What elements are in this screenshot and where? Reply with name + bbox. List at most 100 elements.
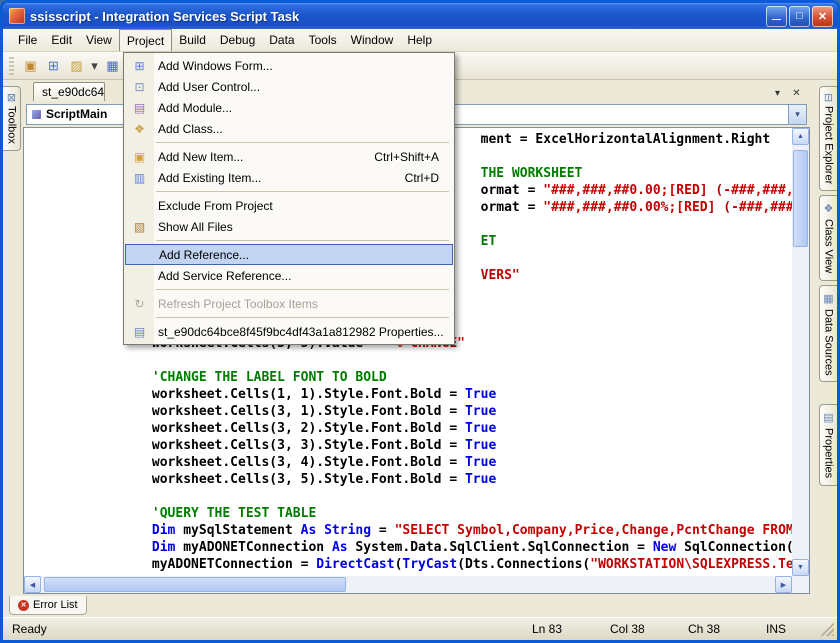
toolbar-grip[interactable] bbox=[9, 57, 14, 75]
document-well-controls: ▾ ✕ bbox=[770, 86, 810, 101]
windows-form-icon: ⊞ bbox=[125, 59, 154, 73]
menu-data[interactable]: Data bbox=[262, 29, 301, 51]
menu-help[interactable]: Help bbox=[400, 29, 439, 51]
menu-build[interactable]: Build bbox=[172, 29, 213, 51]
error-list-label: Error List bbox=[33, 599, 78, 611]
status-fields: Ln 83 Col 38 Ch 38 INS bbox=[532, 622, 834, 636]
add-item-button[interactable]: ⊞ bbox=[42, 55, 65, 77]
error-icon: ✕ bbox=[18, 600, 29, 611]
side-tab-label: Project Explorer bbox=[823, 106, 835, 184]
code-line[interactable]: worksheet.Cells(3, 1).Style.Font.Bold = … bbox=[58, 403, 792, 420]
side-tab-class-view[interactable]: ❖ Class View bbox=[819, 195, 837, 280]
open-file-button[interactable]: ▨ bbox=[65, 55, 88, 77]
menu-item-label: Show All Files bbox=[158, 220, 233, 234]
existing-item-icon: ▥ bbox=[125, 171, 154, 185]
menu-project[interactable]: Project bbox=[119, 29, 172, 51]
code-line[interactable] bbox=[58, 488, 792, 505]
menu-item-add-module[interactable]: ▤Add Module... bbox=[125, 97, 453, 118]
open-options-button[interactable]: ▾ bbox=[88, 55, 101, 77]
status-line: Ln 83 bbox=[532, 622, 610, 636]
toolbox-icon: ⊠ bbox=[5, 93, 18, 102]
horizontal-scroll-thumb[interactable] bbox=[44, 577, 346, 592]
status-column: Col 38 bbox=[610, 622, 688, 636]
code-line[interactable]: Dim mySqlStatement As String = "SELECT S… bbox=[58, 522, 792, 539]
side-tab-properties[interactable]: ▤Properties bbox=[819, 404, 837, 485]
resize-grip[interactable] bbox=[820, 622, 834, 636]
show-all-files-icon: ▧ bbox=[125, 220, 154, 234]
side-tab-data-sources[interactable]: ▦Data Sources bbox=[819, 285, 837, 383]
code-line[interactable]: worksheet.Cells(3, 3).Style.Font.Bold = … bbox=[58, 437, 792, 454]
menu-item-add-existing-item[interactable]: ▥ Add Existing Item... Ctrl+D bbox=[125, 167, 453, 188]
menu-item-label: Add Reference... bbox=[159, 248, 249, 262]
open-folder-icon: ▨ bbox=[70, 59, 82, 72]
menu-debug[interactable]: Debug bbox=[213, 29, 262, 51]
scroll-down-button[interactable]: ▼ bbox=[792, 559, 809, 576]
code-line[interactable]: worksheet.Cells(3, 5).Style.Font.Bold = … bbox=[58, 471, 792, 488]
menu-item-show-all-files[interactable]: ▧ Show All Files bbox=[125, 216, 453, 237]
menu-edit[interactable]: Edit bbox=[44, 29, 79, 51]
menu-item-add-user-control[interactable]: ⊡Add User Control... bbox=[125, 76, 453, 97]
code-line[interactable]: myADONETConnection = DirectCast(TryCast(… bbox=[58, 556, 792, 573]
status-insert-mode: INS bbox=[766, 622, 818, 636]
code-line[interactable]: 'QUERY THE TEST TABLE bbox=[58, 505, 792, 522]
side-tab-project-explorer[interactable]: ⊟Project Explorer bbox=[819, 86, 837, 191]
menu-item-add-class[interactable]: ❖ Add Class... bbox=[125, 118, 453, 139]
menu-item-refresh-project-toolbox-items[interactable]: ↻Refresh Project Toolbox Items bbox=[125, 293, 453, 314]
bottom-panel-bar: ✕ Error List bbox=[3, 594, 837, 617]
class-view-icon: ❖ bbox=[822, 202, 835, 215]
side-tab-label: Class View bbox=[823, 219, 835, 273]
menu-item-st-e90dc64bce8f45f9bc4df43a1a812982-properties[interactable]: ▤st_e90dc64bce8f45f9bc4df43a1a812982 Pro… bbox=[125, 321, 453, 342]
error-list-tab[interactable]: ✕ Error List bbox=[9, 596, 87, 615]
code-line[interactable]: worksheet.Cells(3, 2).Style.Font.Bold = … bbox=[58, 420, 792, 437]
scroll-left-button[interactable]: ◀ bbox=[24, 576, 41, 593]
menu-item-add-service-reference[interactable]: Add Service Reference... bbox=[125, 265, 453, 286]
project-menu: ⊞Add Windows Form...⊡Add User Control...… bbox=[123, 52, 455, 345]
menu-item-add-reference[interactable]: Add Reference... bbox=[125, 244, 453, 265]
horizontal-scrollbar[interactable]: ◀ ▶ bbox=[24, 576, 792, 593]
close-document-button[interactable]: ✕ bbox=[789, 86, 804, 101]
save-button[interactable]: ▦ bbox=[101, 55, 124, 77]
menu-separator bbox=[156, 240, 449, 241]
menu-item-exclude-from-project[interactable]: Exclude From Project bbox=[125, 195, 453, 216]
menu-file[interactable]: File bbox=[11, 29, 44, 51]
menu-item-add-new-item[interactable]: ▣Add New Item...Ctrl+Shift+A bbox=[125, 146, 453, 167]
code-line[interactable]: worksheet.Cells(3, 4).Style.Font.Bold = … bbox=[58, 454, 792, 471]
scroll-right-button[interactable]: ▶ bbox=[775, 576, 792, 593]
data-sources-icon: ▦ bbox=[822, 292, 835, 305]
vertical-scrollbar[interactable]: ▲ ▼ bbox=[792, 128, 809, 576]
module-icon: ▤ bbox=[125, 101, 154, 115]
title-bar[interactable]: ssisscript - Integration Services Script… bbox=[3, 3, 837, 29]
new-item-icon: ▣ bbox=[24, 59, 36, 72]
code-line[interactable] bbox=[58, 352, 792, 369]
menu-item-add-windows-form[interactable]: ⊞Add Windows Form... bbox=[125, 55, 453, 76]
maximize-button[interactable]: □ bbox=[789, 6, 810, 27]
menu-item-label: Add New Item... bbox=[158, 150, 243, 164]
minimize-button[interactable]: — bbox=[766, 6, 787, 27]
left-tab-strip: ⊠Toolbox bbox=[3, 80, 23, 594]
class-icon: ❖ bbox=[125, 122, 154, 136]
menu-tools[interactable]: Tools bbox=[302, 29, 344, 51]
members-combo-arrow-icon[interactable]: ▾ bbox=[788, 105, 806, 124]
menu-item-label: Add Class... bbox=[158, 122, 223, 136]
status-bar: Ready Ln 83 Col 38 Ch 38 INS bbox=[3, 617, 837, 640]
menu-separator bbox=[156, 142, 449, 143]
types-combo-value: ScriptMain bbox=[46, 107, 107, 121]
file-list-dropdown-button[interactable]: ▾ bbox=[770, 86, 785, 101]
close-button[interactable]: ✕ bbox=[812, 6, 833, 27]
code-line[interactable]: 'CHANGE THE LABEL FONT TO BOLD bbox=[58, 369, 792, 386]
side-tab-toolbox[interactable]: ⊠Toolbox bbox=[3, 86, 21, 151]
menu-window[interactable]: Window bbox=[344, 29, 401, 51]
new-item-button[interactable]: ▣ bbox=[19, 55, 42, 77]
code-line[interactable]: Dim myADONETConnection As System.Data.Sq… bbox=[58, 539, 792, 556]
members-combo[interactable]: Main ▾ bbox=[395, 104, 807, 125]
scroll-up-button[interactable]: ▲ bbox=[792, 128, 809, 145]
menu-shortcut: Ctrl+D bbox=[405, 171, 453, 185]
window-title: ssisscript - Integration Services Script… bbox=[30, 9, 299, 24]
vertical-scroll-thumb[interactable] bbox=[793, 150, 808, 247]
menu-item-label: Add Existing Item... bbox=[158, 171, 261, 185]
class-file-icon bbox=[31, 109, 42, 120]
menu-view[interactable]: View bbox=[79, 29, 119, 51]
document-tab[interactable]: st_e90dc64bce8f45f9bc4df43a1a812982 bbox=[33, 82, 105, 101]
code-line[interactable]: worksheet.Cells(1, 1).Style.Font.Bold = … bbox=[58, 386, 792, 403]
add-item-icon: ⊞ bbox=[48, 59, 59, 72]
